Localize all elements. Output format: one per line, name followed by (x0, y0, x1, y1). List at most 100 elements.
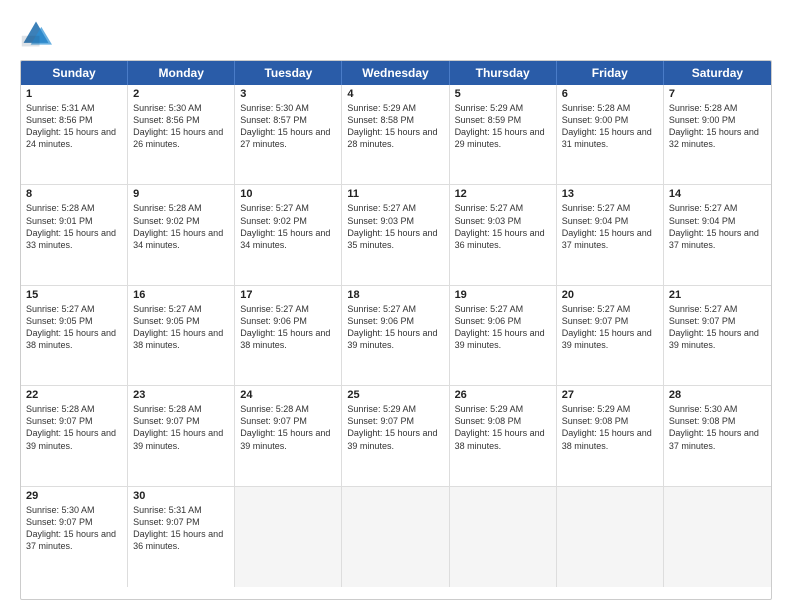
day-number: 4 (347, 88, 443, 100)
calendar-cell (342, 487, 449, 587)
calendar-cell: 7Sunrise: 5:28 AMSunset: 9:00 PMDaylight… (664, 85, 771, 184)
calendar-row-4: 22 Sunrise: 5:28 AMSunset: 9:07 PMDayligh… (21, 386, 771, 486)
header-day-monday: Monday (128, 61, 235, 85)
day-number: 27 (562, 389, 658, 401)
calendar-cell: 30 Sunrise: 5:31 AMSunset: 9:07 PMDayligh… (128, 487, 235, 587)
calendar-cell: 8 Sunrise: 5:28 AMSunset: 9:01 PMDaylight… (21, 185, 128, 284)
calendar-cell: 13 Sunrise: 5:27 AMSunset: 9:04 PMDayligh… (557, 185, 664, 284)
header-day-friday: Friday (557, 61, 664, 85)
header-day-saturday: Saturday (664, 61, 771, 85)
day-number: 10 (240, 188, 336, 200)
calendar-cell: 14Sunrise: 5:27 AMSunset: 9:04 PMDayligh… (664, 185, 771, 284)
day-number: 30 (133, 490, 229, 502)
day-number: 23 (133, 389, 229, 401)
cell-details: Sunrise: 5:30 AMSunset: 9:07 PMDaylight:… (26, 504, 122, 553)
cell-details: Sunrise: 5:28 AMSunset: 9:07 PMDaylight:… (240, 403, 336, 452)
calendar-cell (235, 487, 342, 587)
day-number: 29 (26, 490, 122, 502)
day-number: 26 (455, 389, 551, 401)
calendar-cell: 6 Sunrise: 5:28 AMSunset: 9:00 PMDaylight… (557, 85, 664, 184)
cell-details: Sunrise: 5:31 AMSunset: 9:07 PMDaylight:… (133, 504, 229, 553)
logo-icon (20, 18, 52, 50)
cell-details: Sunrise: 5:30 AMSunset: 8:57 PMDaylight:… (240, 102, 336, 151)
calendar-cell: 4 Sunrise: 5:29 AMSunset: 8:58 PMDaylight… (342, 85, 449, 184)
calendar-cell: 20Sunrise: 5:27 AMSunset: 9:07 PMDayligh… (557, 286, 664, 385)
calendar-cell: 2 Sunrise: 5:30 AMSunset: 8:56 PMDaylight… (128, 85, 235, 184)
cell-details: Sunrise: 5:27 AMSunset: 9:02 PMDaylight:… (240, 202, 336, 251)
cell-details: Sunrise: 5:27 AMSunset: 9:06 PMDaylight:… (240, 303, 336, 352)
day-number: 14 (669, 188, 766, 200)
day-number: 3 (240, 88, 336, 100)
calendar-cell: 24 Sunrise: 5:28 AMSunset: 9:07 PMDayligh… (235, 386, 342, 485)
calendar-cell: 27 Sunrise: 5:29 AMSunset: 9:08 PMDayligh… (557, 386, 664, 485)
day-number: 13 (562, 188, 658, 200)
cell-details: Sunrise: 5:29 AMSunset: 9:07 PMDaylight:… (347, 403, 443, 452)
day-number: 24 (240, 389, 336, 401)
cell-details: Sunrise: 5:27 AMSunset: 9:07 PMDaylight:… (669, 303, 766, 352)
calendar-cell: 21 Sunrise: 5:27 AMSunset: 9:07 PMDayligh… (664, 286, 771, 385)
day-number: 28 (669, 389, 766, 401)
day-number: 11 (347, 188, 443, 200)
day-number: 1 (26, 88, 122, 100)
calendar-cell: 11 Sunrise: 5:27 AMSunset: 9:03 PMDayligh… (342, 185, 449, 284)
day-number: 15 (26, 289, 122, 301)
header-day-thursday: Thursday (450, 61, 557, 85)
calendar-row-1: 1 Sunrise: 5:31 AMSunset: 8:56 PMDaylight… (21, 85, 771, 185)
day-number: 16 (133, 289, 229, 301)
calendar-row-3: 15 Sunrise: 5:27 AMSunset: 9:05 PMDayligh… (21, 286, 771, 386)
calendar-row-2: 8 Sunrise: 5:28 AMSunset: 9:01 PMDaylight… (21, 185, 771, 285)
calendar-cell: 26 Sunrise: 5:29 AMSunset: 9:08 PMDayligh… (450, 386, 557, 485)
logo (20, 18, 58, 50)
header-day-sunday: Sunday (21, 61, 128, 85)
calendar-cell: 18Sunrise: 5:27 AMSunset: 9:06 PMDayligh… (342, 286, 449, 385)
cell-details: Sunrise: 5:28 AMSunset: 9:01 PMDaylight:… (26, 202, 122, 251)
page: SundayMondayTuesdayWednesdayThursdayFrid… (0, 0, 792, 612)
calendar-cell: 15 Sunrise: 5:27 AMSunset: 9:05 PMDayligh… (21, 286, 128, 385)
day-number: 18 (347, 289, 443, 301)
calendar-cell: 28 Sunrise: 5:30 AMSunset: 9:08 PMDayligh… (664, 386, 771, 485)
cell-details: Sunrise: 5:29 AMSunset: 8:58 PMDaylight:… (347, 102, 443, 151)
calendar-row-5: 29 Sunrise: 5:30 AMSunset: 9:07 PMDayligh… (21, 487, 771, 587)
cell-details: Sunrise: 5:30 AMSunset: 9:08 PMDaylight:… (669, 403, 766, 452)
cell-details: Sunrise: 5:28 AMSunset: 9:00 PMDaylight:… (562, 102, 658, 151)
header-day-tuesday: Tuesday (235, 61, 342, 85)
cell-details: Sunrise: 5:27 AMSunset: 9:07 PMDaylight:… (562, 303, 658, 352)
day-number: 21 (669, 289, 766, 301)
cell-details: Sunrise: 5:27 AMSunset: 9:06 PMDaylight:… (455, 303, 551, 352)
cell-details: Sunrise: 5:27 AMSunset: 9:04 PMDaylight:… (562, 202, 658, 251)
cell-details: Sunrise: 5:30 AMSunset: 8:56 PMDaylight:… (133, 102, 229, 151)
cell-details: Sunrise: 5:28 AMSunset: 9:07 PMDaylight:… (133, 403, 229, 452)
cell-details: Sunrise: 5:29 AMSunset: 9:08 PMDaylight:… (562, 403, 658, 452)
day-number: 7 (669, 88, 766, 100)
calendar: SundayMondayTuesdayWednesdayThursdayFrid… (20, 60, 772, 600)
cell-details: Sunrise: 5:27 AMSunset: 9:03 PMDaylight:… (347, 202, 443, 251)
day-number: 17 (240, 289, 336, 301)
calendar-cell: 23 Sunrise: 5:28 AMSunset: 9:07 PMDayligh… (128, 386, 235, 485)
calendar-cell (557, 487, 664, 587)
calendar-header: SundayMondayTuesdayWednesdayThursdayFrid… (21, 61, 771, 85)
day-number: 9 (133, 188, 229, 200)
day-number: 22 (26, 389, 122, 401)
calendar-cell (450, 487, 557, 587)
calendar-cell: 10 Sunrise: 5:27 AMSunset: 9:02 PMDayligh… (235, 185, 342, 284)
day-number: 8 (26, 188, 122, 200)
cell-details: Sunrise: 5:27 AMSunset: 9:05 PMDaylight:… (26, 303, 122, 352)
calendar-body: 1 Sunrise: 5:31 AMSunset: 8:56 PMDaylight… (21, 85, 771, 587)
calendar-cell: 22Sunrise: 5:28 AMSunset: 9:07 PMDayligh… (21, 386, 128, 485)
calendar-cell: 12 Sunrise: 5:27 AMSunset: 9:03 PMDayligh… (450, 185, 557, 284)
calendar-cell (664, 487, 771, 587)
cell-details: Sunrise: 5:29 AMSunset: 9:08 PMDaylight:… (455, 403, 551, 452)
day-number: 19 (455, 289, 551, 301)
day-number: 2 (133, 88, 229, 100)
cell-details: Sunrise: 5:28 AMSunset: 9:02 PMDaylight:… (133, 202, 229, 251)
calendar-cell: 5 Sunrise: 5:29 AMSunset: 8:59 PMDaylight… (450, 85, 557, 184)
cell-details: Sunrise: 5:27 AMSunset: 9:05 PMDaylight:… (133, 303, 229, 352)
header-day-wednesday: Wednesday (342, 61, 449, 85)
day-number: 5 (455, 88, 551, 100)
calendar-cell: 29 Sunrise: 5:30 AMSunset: 9:07 PMDayligh… (21, 487, 128, 587)
day-number: 12 (455, 188, 551, 200)
cell-details: Sunrise: 5:31 AMSunset: 8:56 PMDaylight:… (26, 102, 122, 151)
cell-details: Sunrise: 5:27 AMSunset: 9:03 PMDaylight:… (455, 202, 551, 251)
day-number: 6 (562, 88, 658, 100)
cell-details: Sunrise: 5:29 AMSunset: 8:59 PMDaylight:… (455, 102, 551, 151)
